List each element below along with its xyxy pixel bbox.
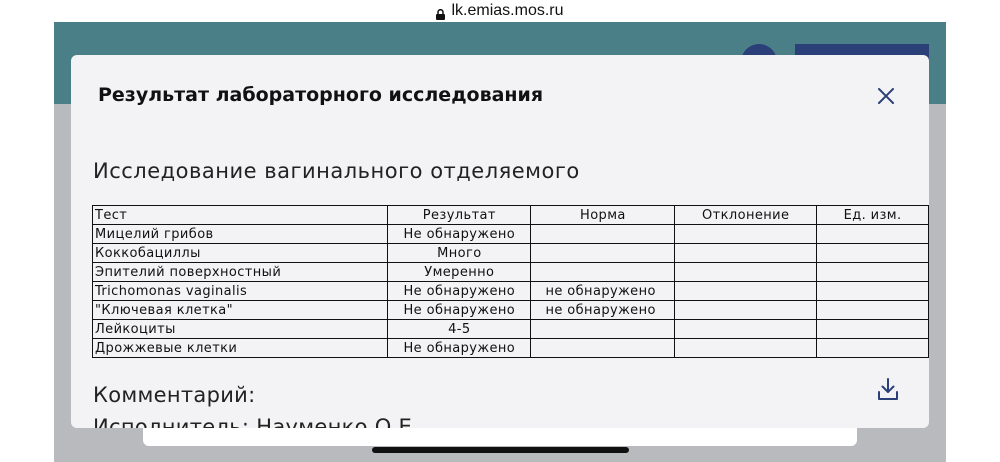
cell-deviation [674, 281, 818, 301]
download-icon [878, 378, 898, 400]
cell-norm [530, 224, 676, 244]
column-header-deviation: Отклонение [674, 205, 818, 225]
table-row: Дрожжевые клетки Не обнаружено [91, 338, 929, 358]
column-header-result: Результат [387, 205, 532, 225]
cell-deviation [674, 319, 818, 339]
cell-units [816, 243, 929, 263]
table-row: Trichomonas vaginalis Не обнаружено не о… [91, 281, 929, 301]
cell-deviation [674, 262, 818, 282]
cell-result: Не обнаружено [387, 224, 532, 244]
cell-result: 4-5 [387, 319, 532, 339]
column-header-norm: Норма [530, 205, 676, 225]
table-row: Коккобациллы Много [91, 243, 929, 263]
results-table: Тест Результат Норма Отклонение Ед. изм.… [91, 205, 929, 358]
cell-norm [530, 319, 676, 339]
cell-test: Мицелий грибов [91, 224, 389, 244]
cell-norm: не обнаружено [530, 281, 676, 301]
cell-result: Не обнаружено [387, 300, 532, 320]
table-row: Мицелий грибов Не обнаружено [91, 224, 929, 244]
cell-units [816, 262, 929, 282]
modal-title: Результат лабораторного исследования [98, 84, 544, 106]
lab-result-modal: Результат лабораторного исследования Исс… [71, 55, 929, 428]
cell-units [816, 338, 929, 358]
cell-norm [530, 338, 676, 358]
cell-deviation [674, 300, 818, 320]
cell-test: Лейкоциты [91, 319, 389, 339]
executor-line: Исполнитель: Науменко О.Е. [93, 415, 420, 428]
download-button[interactable] [877, 377, 899, 401]
table-row: "Ключевая клетка" Не обнаружено не обнар… [91, 300, 929, 320]
cell-units [816, 281, 929, 301]
cell-norm: не обнаружено [530, 300, 676, 320]
cell-result: Умеренно [387, 262, 532, 282]
cell-norm [530, 243, 676, 263]
cell-test: Trichomonas vaginalis [91, 281, 389, 301]
study-title: Исследование вагинального отделяемого [93, 159, 580, 183]
cell-test: Эпителий поверхностный [91, 262, 389, 282]
cell-units [816, 300, 929, 320]
cell-result: Много [387, 243, 532, 263]
close-button[interactable] [876, 86, 896, 106]
cell-units [816, 224, 929, 244]
cell-test: "Ключевая клетка" [91, 300, 389, 320]
home-indicator [372, 447, 629, 453]
close-icon [878, 88, 894, 104]
lock-icon [436, 7, 446, 20]
column-header-units: Ед. изм. [816, 205, 929, 225]
column-header-test: Тест [91, 205, 389, 225]
cell-norm [530, 262, 676, 282]
browser-address-bar[interactable]: lk.emias.mos.ru [0, 0, 1000, 22]
cell-result: Не обнаружено [387, 338, 532, 358]
cell-deviation [674, 224, 818, 244]
comment-label: Комментарий: [93, 383, 256, 407]
cell-deviation [674, 338, 818, 358]
cell-test: Коккобациллы [91, 243, 389, 263]
cell-test: Дрожжевые клетки [91, 338, 389, 358]
browser-url: lk.emias.mos.ru [451, 2, 564, 19]
cell-deviation [674, 243, 818, 263]
table-row: Лейкоциты 4-5 [91, 319, 929, 339]
cell-result: Не обнаружено [387, 281, 532, 301]
table-header-row: Тест Результат Норма Отклонение Ед. изм. [91, 205, 929, 225]
table-row: Эпителий поверхностный Умеренно [91, 262, 929, 282]
cell-units [816, 319, 929, 339]
